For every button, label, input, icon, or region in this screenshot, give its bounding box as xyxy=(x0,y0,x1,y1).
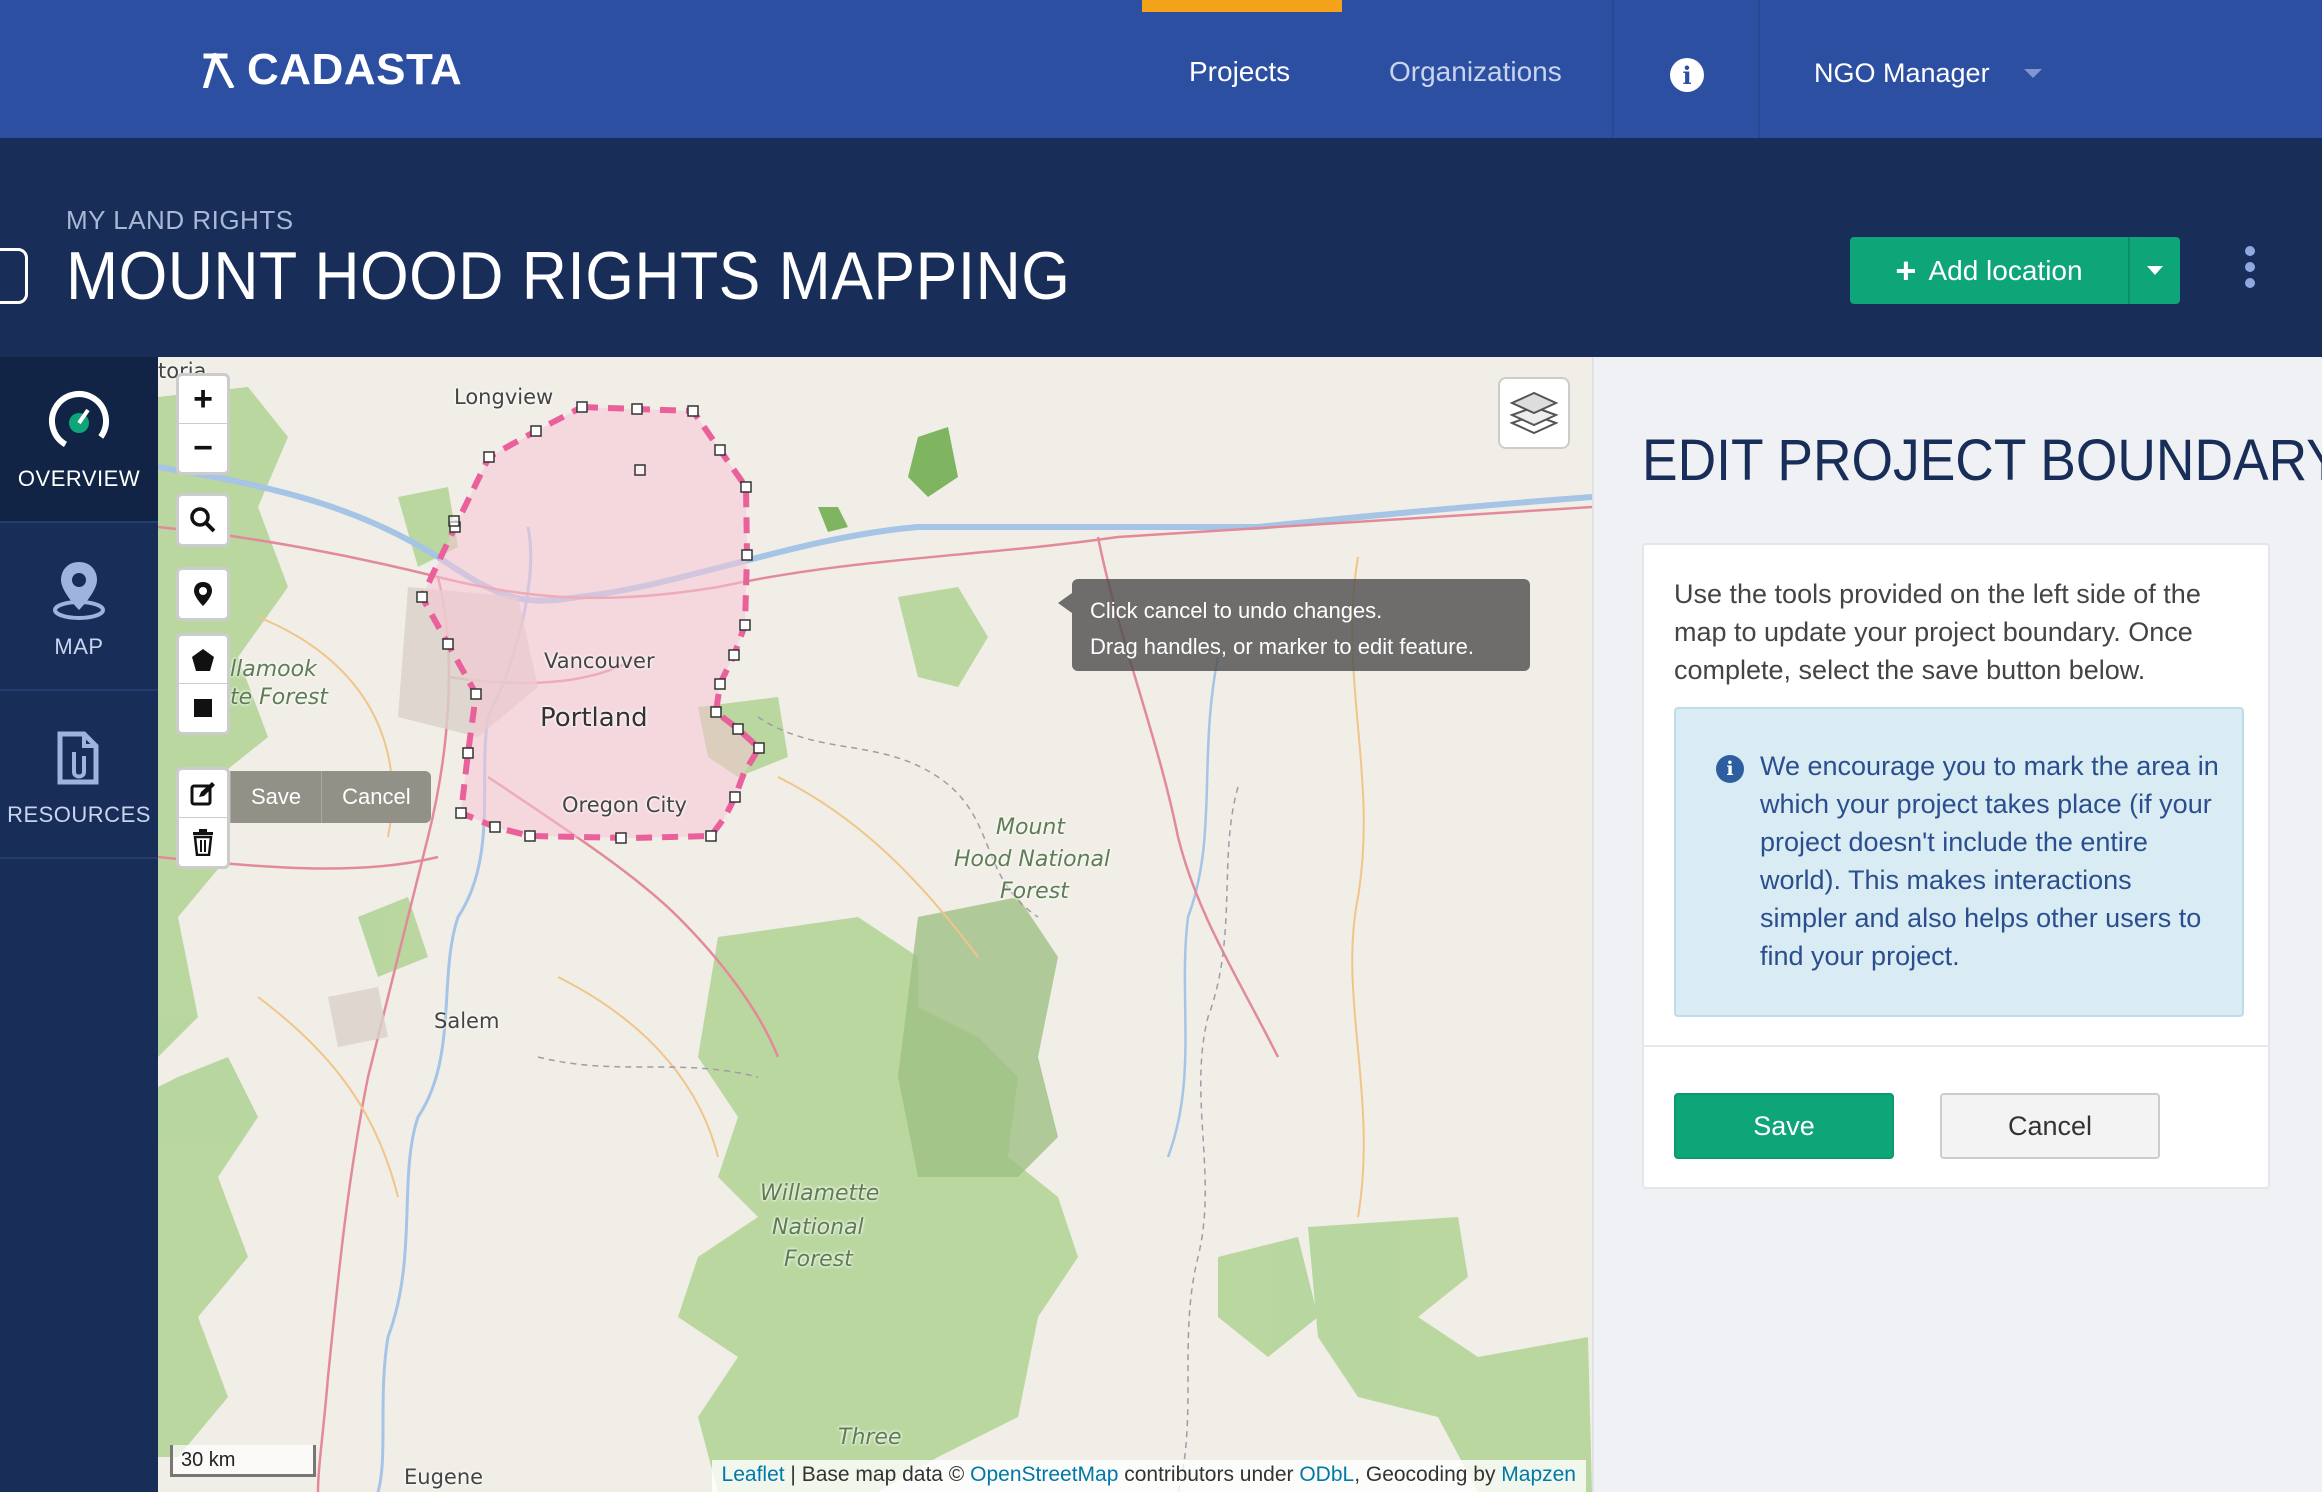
draw-polygon-icon[interactable] xyxy=(179,636,227,684)
tooltip-line: Click cancel to undo changes. xyxy=(1090,598,1383,623)
trash-icon[interactable] xyxy=(179,818,227,866)
edit-tooltip: Click cancel to undo changes. Drag handl… xyxy=(1058,579,1530,671)
place-label: Mount xyxy=(996,815,1065,840)
place-label: Portland xyxy=(540,703,648,733)
map-pin-icon xyxy=(53,562,105,620)
sidebar-item-resources[interactable]: RESOURCES xyxy=(0,693,158,859)
place-label: Oregon City xyxy=(562,793,687,817)
map-attribution: Leaflet | Base map data © OpenStreetMap … xyxy=(711,1460,1586,1492)
locate-control xyxy=(176,567,230,621)
organization-name[interactable]: MY LAND RIGHTS xyxy=(66,205,294,236)
attribution-text: , Geocoding by xyxy=(1354,1463,1502,1486)
caret-down-icon xyxy=(2147,266,2163,275)
nav-link-projects[interactable]: Projects xyxy=(1189,56,1290,88)
divider xyxy=(1644,1045,2268,1047)
place-label: te Forest xyxy=(230,685,328,710)
attachment-document-icon xyxy=(57,731,99,785)
place-label: Forest xyxy=(784,1247,853,1272)
draw-toolbar xyxy=(176,633,230,735)
sidebar-toggle[interactable] xyxy=(0,248,28,304)
map-edit-save-button[interactable]: Save xyxy=(230,771,322,823)
place-label: Vancouver xyxy=(544,649,655,673)
top-navbar: CADASTA Projects Organizations i NGO Man… xyxy=(0,0,2322,138)
more-options-icon[interactable] xyxy=(2242,246,2258,288)
sidebar-item-map[interactable]: MAP xyxy=(0,525,158,691)
project-header: MY LAND RIGHTS MOUNT HOOD RIGHTS MAPPING… xyxy=(0,138,2322,357)
attribution-text: contributors under xyxy=(1118,1463,1300,1486)
add-location-button[interactable]: + Add location xyxy=(1850,237,2180,304)
edit-action-bar: Save Cancel xyxy=(230,771,431,823)
add-location-dropdown-toggle[interactable] xyxy=(2128,237,2180,304)
place-label: Willamette xyxy=(760,1181,880,1206)
odbl-link[interactable]: ODbL xyxy=(1299,1463,1354,1486)
chevron-down-icon xyxy=(2023,69,2042,78)
dashboard-gauge-icon xyxy=(49,391,109,451)
sidebar-item-label: MAP xyxy=(54,634,104,659)
mapzen-link[interactable]: Mapzen xyxy=(1501,1463,1576,1486)
tooltip-line: Drag handles, or marker to edit feature. xyxy=(1090,634,1474,659)
user-name: NGO Manager xyxy=(1814,58,1990,88)
add-location-label: Add location xyxy=(1928,254,2083,286)
plus-icon: + xyxy=(1895,249,1917,291)
layers-icon[interactable] xyxy=(1498,377,1570,449)
search-icon[interactable] xyxy=(179,496,227,544)
place-label: Salem xyxy=(434,1009,500,1033)
info-icon[interactable]: i xyxy=(1670,58,1704,92)
page-title: MOUNT HOOD RIGHTS MAPPING xyxy=(66,238,1071,314)
sidebar-item-label: RESOURCES xyxy=(7,802,151,827)
active-nav-indicator xyxy=(1142,0,1342,12)
save-button[interactable]: Save xyxy=(1674,1093,1894,1159)
place-label: Three xyxy=(838,1425,902,1450)
geocoder-control xyxy=(176,493,230,547)
map-canvas[interactable]: toria Longview Vancouver Portland Oregon… xyxy=(158,357,1592,1492)
nav-divider xyxy=(1758,0,1760,138)
project-sidebar: OVERVIEW MAP RESOURCES xyxy=(0,357,158,1492)
draw-rectangle-icon[interactable] xyxy=(179,684,227,732)
cadasta-logo[interactable]: CADASTA xyxy=(203,45,463,94)
base-map-tiles xyxy=(158,357,1592,1492)
place-label: Hood National xyxy=(954,847,1111,872)
leaflet-link[interactable]: Leaflet xyxy=(722,1463,785,1486)
notice-text: We encourage you to mark the area in whi… xyxy=(1760,751,2219,971)
brand-name: CADASTA xyxy=(247,45,463,94)
edit-toolbar xyxy=(176,767,230,869)
add-location-main[interactable]: + Add location xyxy=(1850,237,2128,304)
info-circle-icon: i xyxy=(1716,755,1744,783)
zoom-in-button[interactable]: + xyxy=(179,376,227,424)
map-edit-cancel-button[interactable]: Cancel xyxy=(321,771,431,823)
panel-title: EDIT PROJECT BOUNDARY xyxy=(1642,428,2322,493)
nav-divider xyxy=(1612,0,1614,138)
cancel-button[interactable]: Cancel xyxy=(1940,1093,2160,1159)
sidebar-item-label: OVERVIEW xyxy=(17,466,141,491)
osm-link[interactable]: OpenStreetMap xyxy=(970,1463,1118,1486)
nav-link-organizations[interactable]: Organizations xyxy=(1389,56,1562,88)
edit-boundary-panel: EDIT PROJECT BOUNDARY Use the tools prov… xyxy=(1592,357,2322,1492)
boundary-card: Use the tools provided on the left side … xyxy=(1642,543,2270,1189)
user-menu[interactable]: NGO Manager xyxy=(1814,58,2042,89)
place-label: Eugene xyxy=(404,1465,484,1489)
attribution-text: | Base map data © xyxy=(784,1463,971,1486)
place-label: National xyxy=(772,1215,864,1240)
location-marker-icon[interactable] xyxy=(179,570,227,618)
edit-layers-icon[interactable] xyxy=(179,770,227,818)
info-notice: i We encourage you to mark the area in w… xyxy=(1674,707,2244,1017)
zoom-control: + − xyxy=(176,373,230,475)
place-label: Forest xyxy=(1000,879,1069,904)
scale-bar: 30 km xyxy=(170,1445,316,1477)
zoom-out-button[interactable]: − xyxy=(179,424,227,472)
sidebar-item-overview[interactable]: OVERVIEW xyxy=(0,357,158,523)
place-label: llamook xyxy=(230,657,317,682)
place-label: Longview xyxy=(454,385,554,409)
instructions-text: Use the tools provided on the left side … xyxy=(1674,579,2201,685)
cadasta-logo-icon xyxy=(203,52,235,88)
